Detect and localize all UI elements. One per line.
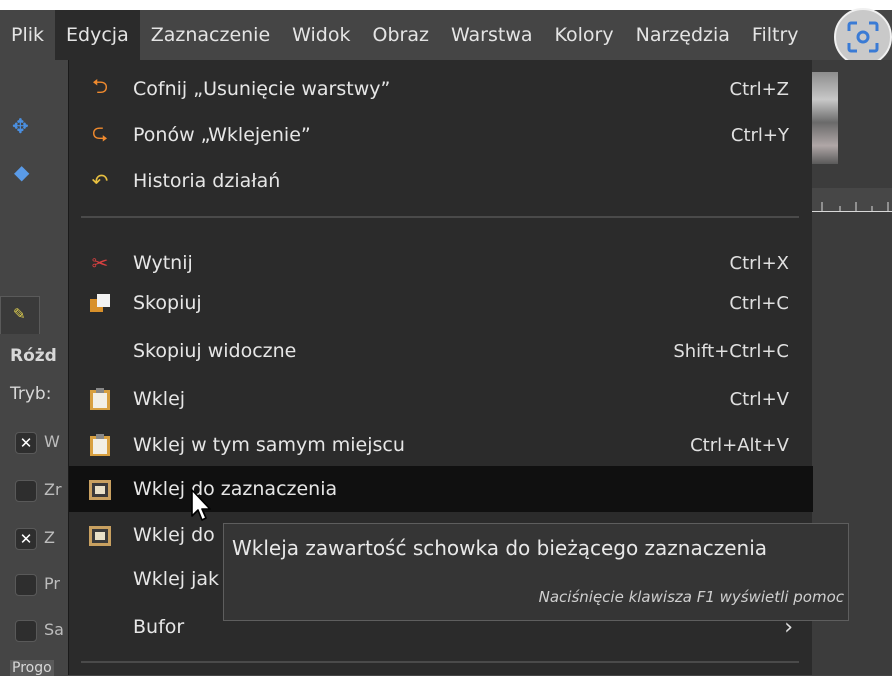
tool-options-title: Różd	[10, 346, 57, 366]
redo-icon: ⮎	[91, 120, 109, 144]
option-label-3: Z	[44, 528, 55, 547]
paste-into-selection-in-place-icon	[87, 522, 113, 548]
canvas-ruler	[812, 188, 892, 212]
copy-icon	[87, 290, 113, 316]
option-label-1: W	[44, 432, 60, 451]
menu-bar: Plik Edycja Zaznaczenie Widok Obraz Wars…	[0, 10, 892, 60]
menu-edycja[interactable]: Edycja	[55, 10, 140, 60]
option-checkbox-4[interactable]	[15, 574, 37, 596]
menu-item-copy-visible[interactable]: Skopiuj widoczne Shift+Ctrl+C	[69, 328, 813, 374]
tooltip: Wkleja zawartość schowka do bieżącego za…	[223, 523, 849, 621]
option-checkbox-2[interactable]	[15, 480, 37, 502]
threshold-label: Progo	[10, 660, 54, 676]
screen-capture-icon	[847, 21, 879, 53]
option-checkbox-3[interactable]: ✕	[15, 528, 37, 550]
tooltip-text: Wkleja zawartość schowka do bieżącego za…	[232, 536, 768, 560]
menu-item-paste[interactable]: Wklej Ctrl+V	[69, 376, 813, 422]
option-label-2: Zr	[44, 480, 62, 499]
menu-item-history[interactable]: ↶ Historia działań	[69, 158, 813, 204]
history-icon: ↶	[91, 169, 109, 193]
menu-narzedzia[interactable]: Narzędzia	[625, 10, 741, 60]
tooltip-help-hint: Naciśnięcie klawisza F1 wyświetli pomoc	[538, 588, 844, 606]
menu-separator	[81, 216, 799, 218]
option-checkbox-5[interactable]	[15, 620, 37, 642]
top-strip	[0, 0, 892, 10]
menu-item-copy[interactable]: Skopiuj Ctrl+C	[69, 280, 813, 326]
image-thumbnail	[812, 72, 838, 164]
move-tool-icon[interactable]: ✥	[12, 114, 29, 138]
screen-capture-button[interactable]	[834, 8, 892, 66]
menu-separator	[81, 661, 799, 663]
menu-kolory[interactable]: Kolory	[544, 10, 625, 60]
menu-obraz[interactable]: Obraz	[362, 10, 440, 60]
option-checkbox-1[interactable]: ✕	[15, 432, 37, 454]
tool-options-tab[interactable]: ✎	[0, 296, 40, 334]
menu-zaznaczenie[interactable]: Zaznaczenie	[140, 10, 281, 60]
paste-icon	[87, 386, 113, 412]
ruler-ticks	[821, 202, 889, 212]
paste-in-place-icon	[87, 432, 113, 458]
undo-icon: ⮌	[91, 74, 109, 98]
mode-label: Tryb:	[10, 384, 52, 404]
mouse-cursor-icon	[191, 489, 211, 521]
menu-item-paste-in-place[interactable]: Wklej w tym samym miejscu Ctrl+Alt+V	[69, 422, 813, 468]
menu-widok[interactable]: Widok	[281, 10, 361, 60]
menu-plik[interactable]: Plik	[0, 10, 55, 60]
menu-item-undo[interactable]: ⮌ Cofnij „Usunięcie warstwy” Ctrl+Z	[69, 66, 813, 112]
option-label-4: Pr	[44, 574, 60, 593]
bucket-fill-tool-icon[interactable]: ◆	[14, 160, 29, 184]
menu-filtry[interactable]: Filtry	[741, 10, 810, 60]
fuzzy-select-icon: ✎	[13, 305, 26, 323]
option-label-5: Sa	[44, 620, 64, 639]
menu-item-paste-into-selection[interactable]: Wklej do zaznaczenia	[69, 466, 813, 512]
paste-into-selection-icon	[87, 476, 113, 502]
cut-icon: ✂	[91, 251, 109, 275]
menu-item-redo[interactable]: ⮎ Ponów „Wklejenie” Ctrl+Y	[69, 112, 813, 158]
menu-warstwa[interactable]: Warstwa	[440, 10, 544, 60]
